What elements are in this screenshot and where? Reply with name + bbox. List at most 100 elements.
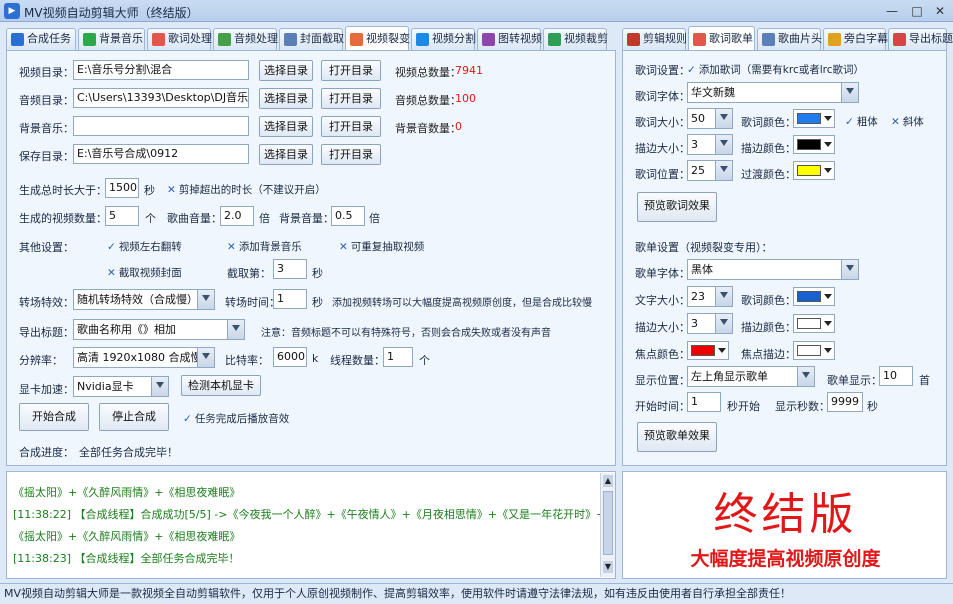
- maximize-button[interactable]: □: [905, 2, 929, 20]
- open-save-dir-button[interactable]: 打开目录: [321, 144, 381, 165]
- progress-label: 合成进度：: [19, 446, 74, 459]
- cut-excess-checkbox[interactable]: ✕ 剪掉超出的时长（不建议开启）: [167, 182, 326, 197]
- play-sound-checkbox[interactable]: ✓ 任务完成后播放音效: [183, 411, 289, 426]
- chevron-down-icon: [797, 367, 814, 386]
- focus-stroke-picker[interactable]: [793, 341, 835, 360]
- tab-image-to-video[interactable]: 图转视频: [477, 28, 542, 50]
- tab-label: 合成任务: [27, 32, 71, 45]
- total-duration-input[interactable]: 1500: [105, 178, 139, 198]
- bold-checkbox[interactable]: ✓ 粗体: [845, 114, 878, 129]
- start-time-input[interactable]: 1: [687, 392, 721, 412]
- lyrics-pos-input[interactable]: 25: [687, 160, 733, 181]
- show-secs-input[interactable]: 9999: [827, 392, 863, 412]
- threads-unit: 个: [419, 354, 430, 367]
- transition-select[interactable]: 随机转场特效（合成慢）: [73, 289, 215, 310]
- cover-frame-input[interactable]: 3: [273, 259, 307, 279]
- tab-lyrics[interactable]: 歌词处理: [147, 28, 212, 50]
- detect-gpu-button[interactable]: 检测本机显卡: [181, 375, 261, 396]
- bg-music-dir-field[interactable]: [73, 116, 249, 136]
- lyrics-size-input[interactable]: 50: [687, 108, 733, 129]
- add-bg-music-checkbox[interactable]: ✕ 添加背景音乐: [227, 239, 302, 254]
- bg-volume-input[interactable]: 0.5: [331, 206, 365, 226]
- playlist-font-value: 黑体: [691, 263, 713, 276]
- cover-checkbox[interactable]: ✕ 截取视频封面: [107, 265, 182, 280]
- log-scrollbar[interactable]: ▲ ▼: [600, 473, 615, 577]
- transition-time-input[interactable]: 1: [273, 289, 307, 309]
- tab-bg-music[interactable]: 背景音乐: [78, 28, 145, 50]
- choose-save-dir-button[interactable]: 选择目录: [259, 144, 313, 165]
- start-button[interactable]: 开始合成: [19, 403, 89, 431]
- scroll-thumb[interactable]: [603, 491, 613, 555]
- tab-video-split-variant[interactable]: 视频裂变: [345, 26, 410, 50]
- tab-export-title[interactable]: 导出标题: [888, 28, 953, 50]
- tab-label: 音频处理: [234, 32, 278, 45]
- song-volume-input[interactable]: 2.0: [220, 206, 254, 226]
- playlist-size-input[interactable]: 23: [687, 286, 733, 307]
- playlist-stroke-value: 3: [691, 317, 698, 330]
- close-button[interactable]: ✕: [928, 2, 952, 20]
- scroll-down-icon[interactable]: ▼: [603, 561, 613, 573]
- tab-lyrics-playlist[interactable]: 歌词歌单: [688, 26, 755, 50]
- resolution-select[interactable]: 高清 1920x1080 合成慢: [73, 347, 215, 368]
- choose-video-dir-button[interactable]: 选择目录: [259, 60, 313, 81]
- open-video-dir-button[interactable]: 打开目录: [321, 60, 381, 81]
- gpu-select[interactable]: Nvidia显卡: [73, 376, 169, 397]
- preview-playlist-button[interactable]: 预览歌单效果: [637, 422, 717, 452]
- show-count-input[interactable]: 10: [879, 366, 913, 386]
- lyrics-stroke-color-label: 描边颜色：: [741, 142, 796, 155]
- save-dir-label: 保存目录：: [19, 150, 74, 163]
- open-bg-dir-button[interactable]: 打开目录: [321, 116, 381, 137]
- lyrics-color-picker[interactable]: [793, 109, 835, 128]
- tab-cover[interactable]: 封面截取: [279, 28, 344, 50]
- choose-audio-dir-button[interactable]: 选择目录: [259, 88, 313, 109]
- focus-color-picker[interactable]: [687, 341, 729, 360]
- flip-checkbox[interactable]: ✓ 视频左右翻转: [107, 239, 182, 254]
- minimize-button[interactable]: —: [880, 2, 904, 20]
- video-count-input[interactable]: 5: [105, 206, 139, 226]
- export-title-select[interactable]: 歌曲名称用《》相加: [73, 319, 245, 340]
- scroll-up-icon[interactable]: ▲: [603, 475, 613, 487]
- repeat-video-checkbox[interactable]: ✕ 可重复抽取视频: [339, 239, 424, 254]
- tab-song-intro[interactable]: 歌曲片头: [757, 28, 822, 50]
- video-dir-field[interactable]: E:\音乐号分割\混合: [73, 60, 249, 80]
- window-title: MV视频自动剪辑大师（终结版）: [24, 6, 199, 20]
- cut-excess-text: 剪掉超出的时长（不建议开启）: [178, 184, 326, 196]
- playlist-stroke-color-picker[interactable]: [793, 314, 835, 333]
- open-audio-dir-button[interactable]: 打开目录: [321, 88, 381, 109]
- audio-dir-field[interactable]: C:\Users\13393\Desktop\DJ音乐合集: [73, 88, 249, 108]
- tab-video-crop[interactable]: 视频裁剪: [543, 28, 608, 50]
- stop-button[interactable]: 停止合成: [99, 403, 169, 431]
- tab-label: 歌词处理: [168, 32, 212, 45]
- save-dir-field[interactable]: E:\音乐号合成\0912: [73, 144, 249, 164]
- tab-narration[interactable]: 旁白字幕: [823, 28, 888, 50]
- preview-lyrics-button[interactable]: 预览歌词效果: [637, 192, 717, 222]
- lyrics-font-select[interactable]: 华文新魏: [687, 82, 859, 103]
- tab-task[interactable]: 合成任务: [6, 28, 76, 50]
- trans-color-label: 过渡颜色：: [741, 168, 796, 181]
- log-panel[interactable]: 《摇太阳》+《久醉风雨情》+《相思夜难眠》 [11:38:22] 【合成线程】合…: [6, 471, 616, 579]
- lyrics-stroke-label: 描边大小：: [635, 142, 690, 155]
- play-sound-text: 任务完成后播放音效: [194, 413, 290, 425]
- playlist-font-select[interactable]: 黑体: [687, 259, 859, 280]
- playlist-stroke-swatch: [797, 318, 821, 329]
- threads-input[interactable]: 1: [383, 347, 413, 367]
- choose-bg-dir-button[interactable]: 选择目录: [259, 116, 313, 137]
- tab-video-split[interactable]: 视频分割: [411, 28, 476, 50]
- bitrate-input[interactable]: 6000: [273, 347, 307, 367]
- playlist-stroke-label: 描边大小：: [635, 321, 690, 334]
- playlist-stroke-input[interactable]: 3: [687, 313, 733, 334]
- trans-color-picker[interactable]: [793, 161, 835, 180]
- lyrics-section-title: 歌词设置：: [635, 64, 690, 77]
- video-count-label: 视频总数量：: [395, 66, 461, 79]
- lyrics-stroke-color-picker[interactable]: [793, 135, 835, 154]
- transition-sec-unit: 秒: [312, 296, 323, 309]
- tab-edit-rules[interactable]: 剪辑规则: [622, 28, 687, 50]
- left-panel: 视频目录： E:\音乐号分割\混合 选择目录 打开目录 视频总数量： 7941 …: [6, 50, 616, 466]
- add-lyrics-checkbox[interactable]: ✓ 添加歌词（需要有krc或者lrc歌词）: [687, 62, 864, 77]
- display-pos-select[interactable]: 左上角显示歌单: [687, 366, 815, 387]
- italic-checkbox[interactable]: ✕ 斜体: [891, 114, 924, 129]
- lyrics-stroke-input[interactable]: 3: [687, 134, 733, 155]
- tab-audio[interactable]: 音频处理: [213, 28, 278, 50]
- playlist-color-picker[interactable]: [793, 287, 835, 306]
- transition-value: 随机转场特效（合成慢）: [77, 293, 198, 306]
